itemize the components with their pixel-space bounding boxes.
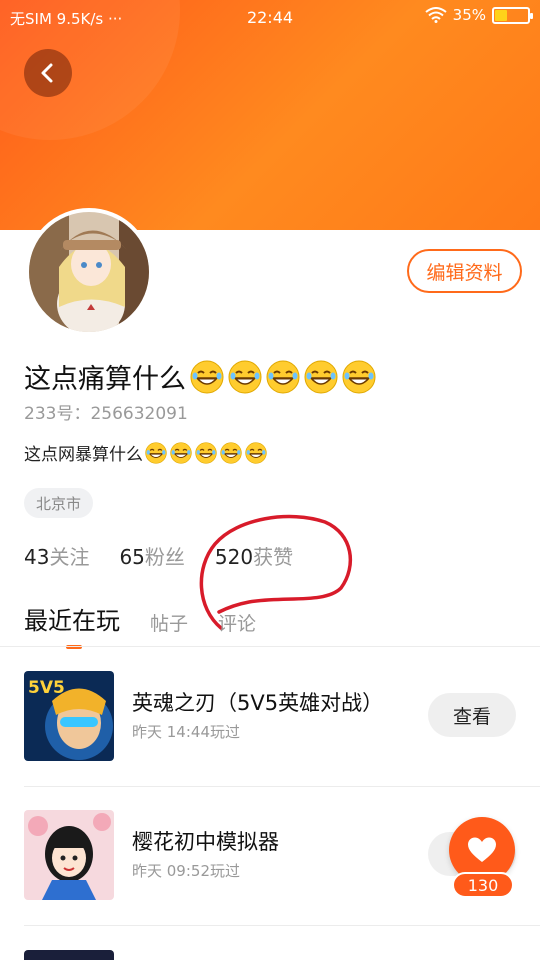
laughing-emoji-icon xyxy=(220,441,242,464)
row-divider xyxy=(24,786,540,787)
avatar[interactable] xyxy=(25,208,153,336)
username-emojis xyxy=(190,360,376,394)
game-title: 英魂之刃（5V5英雄对战） xyxy=(132,691,384,715)
edit-profile-button[interactable]: 编辑资料 xyxy=(407,249,522,293)
laughing-emoji-icon xyxy=(266,360,300,393)
user-id: 233号：256632091 xyxy=(24,399,188,424)
bio-row: 这点网暴算什么 xyxy=(24,440,267,465)
laughing-emoji-icon xyxy=(145,441,167,464)
stat-followers[interactable]: 65 粉丝 xyxy=(119,541,184,570)
status-right: 35% xyxy=(425,6,533,24)
like-count: 130 xyxy=(452,872,514,898)
battery-icon xyxy=(492,6,533,24)
game-thumbnail: 5V5 xyxy=(24,671,114,761)
tab-posts[interactable]: 帖子 xyxy=(150,609,188,636)
game-thumbnail xyxy=(24,810,114,900)
wifi-icon xyxy=(425,7,447,23)
bio-emojis xyxy=(145,441,267,464)
stat-number: 43 xyxy=(24,545,50,569)
tab-label: 最近在玩 xyxy=(24,607,120,635)
row-divider xyxy=(24,925,540,926)
laughing-emoji-icon xyxy=(170,441,192,464)
stat-number: 520 xyxy=(214,545,254,569)
stat-number: 65 xyxy=(119,545,145,569)
tab-recently-played[interactable]: 最近在玩 xyxy=(24,601,120,649)
user-id-value: 256632091 xyxy=(90,404,188,424)
battery-percent: 35% xyxy=(452,6,486,24)
stat-following[interactable]: 43 关注 xyxy=(24,541,89,570)
view-button[interactable]: 查看 xyxy=(428,693,516,737)
chevron-left-icon xyxy=(41,63,53,83)
stat-label: 关注 xyxy=(49,545,90,569)
laughing-emoji-icon xyxy=(342,360,376,393)
user-id-label: 233号： xyxy=(24,404,91,424)
laughing-emoji-icon xyxy=(190,360,224,393)
laughing-emoji-icon xyxy=(228,360,262,393)
stat-likes[interactable]: 520 获赞 xyxy=(215,541,293,570)
game-thumbnail-partial xyxy=(24,950,114,960)
avatar-image xyxy=(29,212,149,332)
profile-tabs: 最近在玩 帖子 评论 xyxy=(24,596,286,649)
laughing-emoji-icon xyxy=(304,360,338,393)
heart-icon xyxy=(468,837,496,862)
divider xyxy=(0,646,540,647)
stats-row: 43 关注 65 粉丝 520 获赞 xyxy=(24,541,323,570)
stat-label: 获赞 xyxy=(253,545,294,569)
game-played-time: 昨天 14:44玩过 xyxy=(132,723,240,741)
location-tag: 北京市 xyxy=(24,488,94,518)
laughing-emoji-icon xyxy=(245,441,267,464)
bio-text: 这点网暴算什么 xyxy=(24,445,143,465)
game-item[interactable]: 5V5 英魂之刃（5V5英雄对战） 昨天 14:44玩过 查看 xyxy=(24,671,540,791)
back-button[interactable] xyxy=(24,49,72,97)
game-played-time: 昨天 09:52玩过 xyxy=(132,862,240,880)
status-bar: 无SIM 9.5K/s ··· 22:44 35% xyxy=(0,0,540,36)
tab-comments[interactable]: 评论 xyxy=(218,609,256,636)
game-title: 樱花初中模拟器 xyxy=(132,830,279,854)
game-logo-text: 5V5 xyxy=(28,678,65,698)
username-row: 这点痛算什么 xyxy=(24,357,376,396)
username: 这点痛算什么 xyxy=(24,364,186,395)
stat-label: 粉丝 xyxy=(144,545,185,569)
laughing-emoji-icon xyxy=(195,441,217,464)
